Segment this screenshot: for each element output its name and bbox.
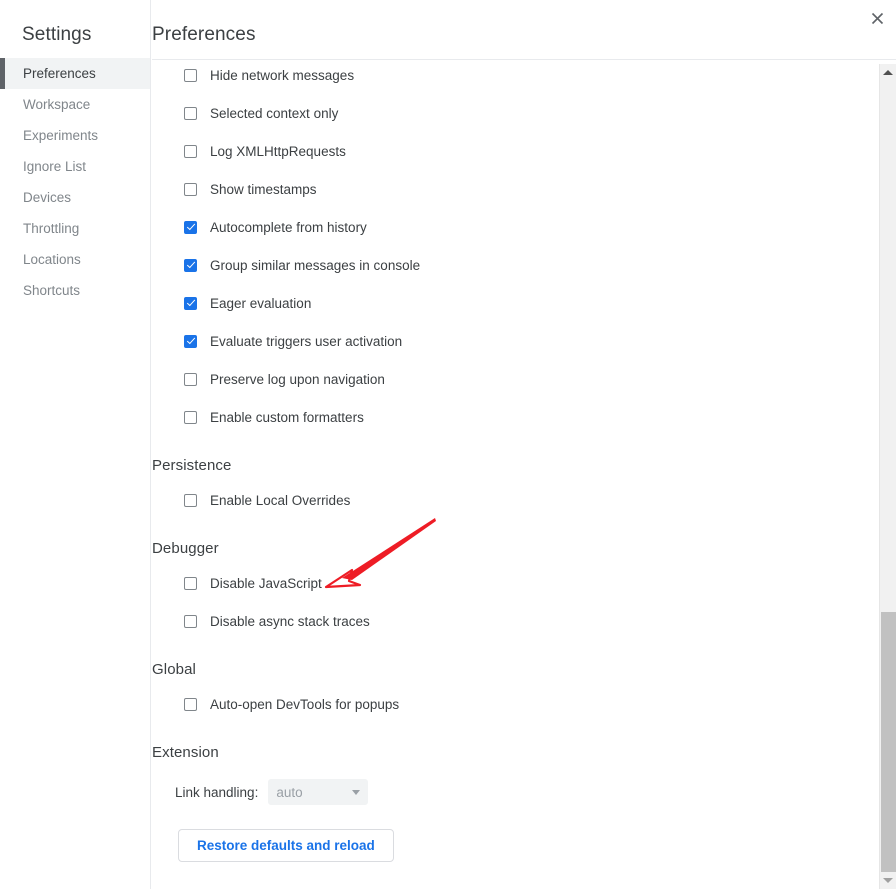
restore-defaults-button[interactable]: Restore defaults and reload [178, 829, 394, 862]
checkbox-label: Preserve log upon navigation [210, 371, 385, 387]
sidebar-item-label: Workspace [23, 97, 91, 112]
checkbox-row-evaluate-triggers-user-activation[interactable]: Evaluate triggers user activation [151, 322, 863, 360]
sidebar-nav-list: Preferences Workspace Experiments Ignore… [0, 58, 150, 306]
checkbox-icon[interactable] [184, 106, 197, 120]
sidebar-item-preferences[interactable]: Preferences [0, 58, 150, 89]
preferences-list: Hide network messages Selected context o… [151, 64, 863, 862]
sidebar-item-workspace[interactable]: Workspace [0, 89, 150, 120]
checkbox-label: Eager evaluation [210, 295, 312, 311]
sidebar-item-shortcuts[interactable]: Shortcuts [0, 275, 150, 306]
preferences-pane: Preferences Hide network messages Select… [151, 0, 896, 889]
sidebar: Settings Preferences Workspace Experimen… [0, 0, 151, 889]
checkbox-label: Selected context only [210, 105, 339, 121]
link-handling-label: Link handling: [175, 784, 259, 800]
section-header-extension: Extension [152, 744, 219, 761]
sidebar-item-label: Ignore List [23, 159, 87, 174]
checkbox-label: Auto-open DevTools for popups [210, 696, 400, 712]
checkbox-row-disable-javascript[interactable]: Disable JavaScript [151, 564, 863, 602]
checkbox-icon[interactable] [184, 410, 197, 424]
checkbox-row-preserve-log-upon-navigation[interactable]: Preserve log upon navigation [151, 360, 863, 398]
checkbox-label: Enable Local Overrides [210, 492, 351, 508]
checkbox-label: Disable JavaScript [210, 575, 322, 591]
close-button[interactable] [864, 5, 890, 31]
checkbox-icon[interactable] [184, 258, 197, 272]
preferences-scroll-area: Hide network messages Selected context o… [151, 64, 863, 889]
checkbox-row-group-similar-messages[interactable]: Group similar messages in console [151, 246, 863, 284]
scrollbar-thumb[interactable] [881, 612, 896, 872]
checkbox-icon[interactable] [184, 144, 197, 158]
settings-dialog: Settings Preferences Workspace Experimen… [0, 0, 896, 889]
sidebar-title: Settings [22, 24, 92, 45]
vertical-scrollbar[interactable] [879, 64, 896, 889]
sidebar-item-label: Shortcuts [23, 283, 81, 298]
checkbox-row-eager-evaluation[interactable]: Eager evaluation [151, 284, 863, 322]
checkbox-label: Evaluate triggers user activation [210, 333, 403, 349]
scrollbar-down-button[interactable] [880, 872, 896, 889]
sidebar-item-ignore-list[interactable]: Ignore List [0, 151, 150, 182]
checkbox-row-enable-local-overrides[interactable]: Enable Local Overrides [151, 481, 863, 519]
checkbox-row-log-xmlhttprequests[interactable]: Log XMLHttpRequests [151, 132, 863, 170]
checkbox-icon[interactable] [184, 220, 197, 234]
section-header-global: Global [152, 661, 196, 678]
checkbox-row-autocomplete-from-history[interactable]: Autocomplete from history [151, 208, 863, 246]
sidebar-item-experiments[interactable]: Experiments [0, 120, 150, 151]
section-header-debugger: Debugger [152, 540, 219, 557]
link-handling-row: Link handling: auto [151, 772, 863, 812]
checkbox-icon[interactable] [184, 493, 197, 507]
scrollbar-up-button[interactable] [880, 64, 896, 81]
checkbox-label: Group similar messages in console [210, 257, 421, 273]
section-header-persistence: Persistence [152, 457, 232, 474]
sidebar-item-devices[interactable]: Devices [0, 182, 150, 213]
close-icon [871, 12, 883, 24]
sidebar-item-label: Preferences [23, 66, 96, 81]
sidebar-item-label: Throttling [23, 221, 80, 236]
checkbox-row-disable-async-stack-traces[interactable]: Disable async stack traces [151, 602, 863, 640]
checkbox-icon[interactable] [184, 614, 197, 628]
checkbox-icon[interactable] [184, 68, 197, 82]
sidebar-item-label: Locations [23, 252, 81, 267]
checkbox-icon[interactable] [184, 334, 197, 348]
checkbox-row-enable-custom-formatters[interactable]: Enable custom formatters [151, 398, 863, 436]
sidebar-item-label: Devices [23, 190, 72, 205]
checkbox-label: Log XMLHttpRequests [210, 143, 346, 159]
checkbox-row-hide-network-messages[interactable]: Hide network messages [151, 64, 863, 94]
checkbox-row-show-timestamps[interactable]: Show timestamps [151, 170, 863, 208]
checkbox-icon[interactable] [184, 697, 197, 711]
page-title: Preferences [152, 24, 256, 45]
chevron-down-icon [352, 789, 361, 795]
sidebar-item-locations[interactable]: Locations [0, 244, 150, 275]
checkbox-icon[interactable] [184, 576, 197, 590]
checkbox-icon[interactable] [184, 182, 197, 196]
sidebar-item-label: Experiments [23, 128, 99, 143]
link-handling-select[interactable]: auto [268, 779, 369, 805]
checkbox-row-selected-context-only[interactable]: Selected context only [151, 94, 863, 132]
checkbox-label: Autocomplete from history [210, 219, 367, 235]
header-divider [152, 59, 896, 60]
checkbox-label: Show timestamps [210, 181, 317, 197]
checkbox-label: Hide network messages [210, 67, 355, 83]
restore-button-row: Restore defaults and reload [151, 829, 863, 862]
checkbox-label: Enable custom formatters [210, 409, 364, 425]
link-handling-value: auto [276, 784, 303, 800]
triangle-up-icon [883, 70, 893, 75]
checkbox-icon[interactable] [184, 296, 197, 310]
sidebar-item-throttling[interactable]: Throttling [0, 213, 150, 244]
checkbox-label: Disable async stack traces [210, 613, 370, 629]
checkbox-row-auto-open-devtools-for-popups[interactable]: Auto-open DevTools for popups [151, 685, 863, 723]
triangle-down-icon [883, 878, 893, 883]
checkbox-icon[interactable] [184, 372, 197, 386]
